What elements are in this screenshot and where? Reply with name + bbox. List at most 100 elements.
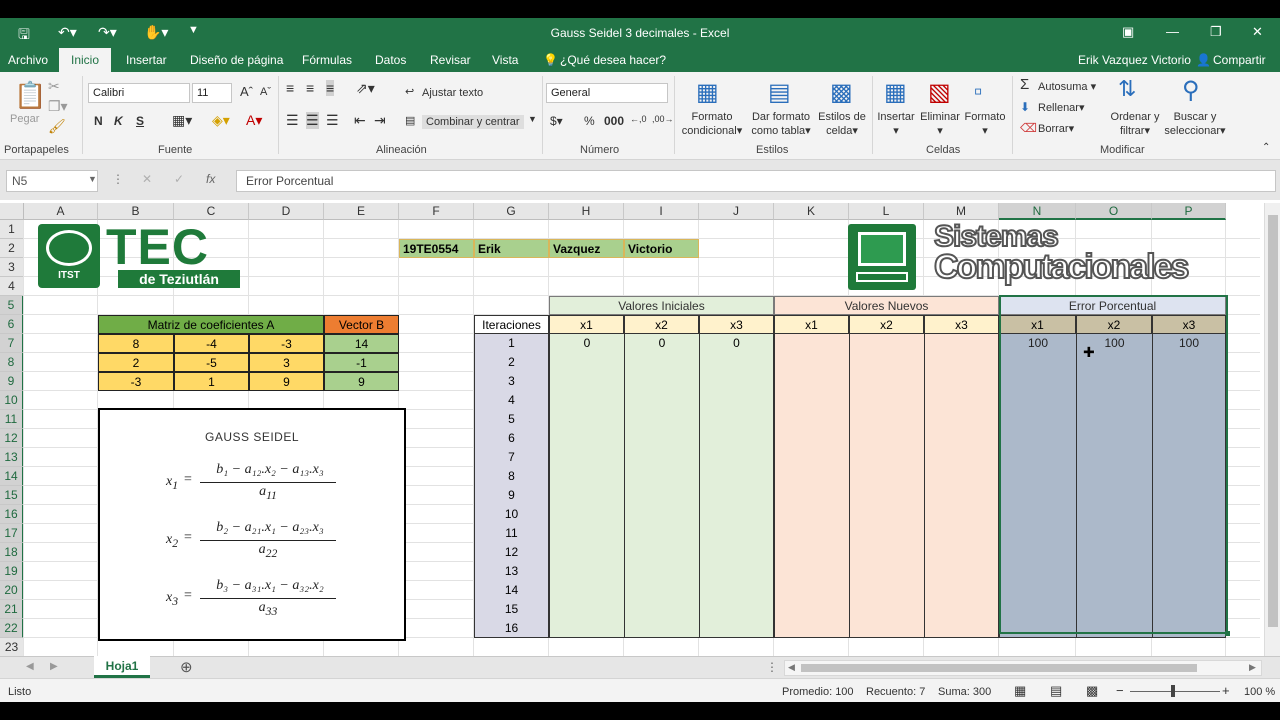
data-cell[interactable] <box>774 581 849 600</box>
data-cell[interactable] <box>849 543 924 562</box>
sort-filter-button[interactable]: Ordenar y filtrar▾ <box>1104 110 1166 138</box>
subheader-x3[interactable]: x3 <box>924 315 999 334</box>
data-cell[interactable] <box>1076 524 1152 543</box>
data-cell[interactable]: 0 <box>624 334 699 353</box>
format-table-button[interactable]: Dar formato como tabla▾ <box>746 110 816 138</box>
data-cell[interactable] <box>774 543 849 562</box>
row-header[interactable]: 20 <box>0 581 24 600</box>
name-box[interactable]: N5 <box>6 170 98 192</box>
tab-formulas[interactable]: Fórmulas <box>302 53 352 67</box>
group-header-1[interactable]: Valores Nuevos <box>774 296 999 315</box>
chevron-down-icon[interactable]: ▼ <box>528 114 537 124</box>
data-cell[interactable] <box>699 410 774 429</box>
student-cell[interactable]: Victorio <box>624 239 699 258</box>
data-cell[interactable] <box>699 429 774 448</box>
cell-styles-button[interactable]: Estilos de celda▾ <box>814 110 870 138</box>
comma-style-icon[interactable]: 000 <box>604 114 624 128</box>
data-cell[interactable] <box>924 619 999 638</box>
data-cell[interactable] <box>624 391 699 410</box>
data-cell[interactable] <box>924 562 999 581</box>
data-cell[interactable] <box>849 448 924 467</box>
data-cell[interactable] <box>699 562 774 581</box>
data-cell[interactable] <box>999 581 1076 600</box>
data-cell[interactable] <box>999 600 1076 619</box>
data-cell[interactable]: 0 <box>699 334 774 353</box>
align-left-icon[interactable]: ☰ <box>286 112 299 129</box>
format-painter-icon[interactable]: 🖌 <box>48 118 66 135</box>
matrix-cell[interactable]: 9 <box>249 372 324 391</box>
tab-datos[interactable]: Datos <box>375 53 406 67</box>
data-cell[interactable] <box>1152 467 1226 486</box>
format-table-icon[interactable]: ▤ <box>768 78 791 107</box>
matrix-cell[interactable]: -3 <box>98 372 174 391</box>
vector-header[interactable]: Vector B <box>324 315 399 334</box>
row-header[interactable]: 23 <box>0 638 24 657</box>
iteration-number[interactable]: 11 <box>474 524 549 543</box>
data-cell[interactable] <box>924 372 999 391</box>
tab-vista[interactable]: Vista <box>492 53 518 67</box>
font-name-combo[interactable]: Calibri <box>88 83 190 103</box>
subheader-x2[interactable]: x2 <box>849 315 924 334</box>
matrix-cell[interactable]: 1 <box>174 372 249 391</box>
data-cell[interactable] <box>774 372 849 391</box>
column-header-f[interactable]: F <box>399 203 474 220</box>
data-cell[interactable] <box>924 334 999 353</box>
data-cell[interactable] <box>999 353 1076 372</box>
column-header-j[interactable]: J <box>699 203 774 220</box>
align-center-icon[interactable]: ☰ <box>306 112 319 129</box>
data-cell[interactable] <box>549 524 624 543</box>
data-cell[interactable] <box>1076 562 1152 581</box>
percent-icon[interactable]: % <box>584 114 595 128</box>
data-cell[interactable] <box>1152 429 1226 448</box>
data-cell[interactable] <box>1152 562 1226 581</box>
cell-styles-icon[interactable]: ▩ <box>830 78 853 107</box>
data-cell[interactable] <box>924 600 999 619</box>
more-icon[interactable]: ⋮ <box>112 172 124 186</box>
zoom-out-icon[interactable]: − <box>1116 683 1124 698</box>
data-cell[interactable] <box>1076 448 1152 467</box>
tab-inicio[interactable]: Inicio <box>59 48 112 72</box>
data-cell[interactable]: 100 <box>999 334 1076 353</box>
bold-button[interactable]: N <box>94 114 103 128</box>
data-cell[interactable] <box>1076 486 1152 505</box>
column-header-n[interactable]: N <box>999 203 1076 220</box>
number-format-combo[interactable]: General <box>546 83 668 103</box>
data-cell[interactable] <box>1152 619 1226 638</box>
subheader-x3[interactable]: x3 <box>1152 315 1226 334</box>
data-cell[interactable] <box>1152 410 1226 429</box>
column-header-m[interactable]: M <box>924 203 999 220</box>
data-cell[interactable] <box>774 562 849 581</box>
data-cell[interactable] <box>624 467 699 486</box>
prev-sheet-icon[interactable]: ◀ <box>26 661 34 672</box>
data-cell[interactable] <box>774 353 849 372</box>
data-cell[interactable] <box>774 600 849 619</box>
data-cell[interactable]: 100 <box>1152 334 1226 353</box>
merge-center-button[interactable]: Combinar y centrar <box>422 115 524 129</box>
scroll-left-icon[interactable]: ◀ <box>788 662 795 673</box>
matrix-cell[interactable]: 2 <box>98 353 174 372</box>
group-header-0[interactable]: Valores Iniciales <box>549 296 774 315</box>
data-cell[interactable] <box>849 562 924 581</box>
select-all-corner[interactable] <box>0 203 24 220</box>
row-header[interactable]: 18 <box>0 543 24 562</box>
row-header[interactable]: 9 <box>0 372 24 391</box>
data-cell[interactable] <box>549 429 624 448</box>
orientation-icon[interactable]: ⇗▾ <box>356 80 375 97</box>
row-header[interactable]: 14 <box>0 467 24 486</box>
subheader-x2[interactable]: x2 <box>624 315 699 334</box>
align-right-icon[interactable]: ☰ <box>326 112 339 129</box>
data-cell[interactable] <box>999 562 1076 581</box>
data-cell[interactable] <box>624 505 699 524</box>
student-cell[interactable]: Erik <box>474 239 549 258</box>
data-cell[interactable] <box>924 429 999 448</box>
align-middle-icon[interactable]: ≡ <box>306 80 314 96</box>
horizontal-scrollbar[interactable]: ◀ ▶ <box>784 660 1262 676</box>
row-header[interactable]: 5 <box>0 296 24 315</box>
data-cell[interactable] <box>924 353 999 372</box>
minimize-icon[interactable]: — <box>1166 24 1179 39</box>
normal-view-icon[interactable]: ▦ <box>1014 683 1026 699</box>
data-cell[interactable] <box>699 467 774 486</box>
data-cell[interactable] <box>1152 353 1226 372</box>
matrix-cell[interactable]: 8 <box>98 334 174 353</box>
column-header-o[interactable]: O <box>1076 203 1152 220</box>
